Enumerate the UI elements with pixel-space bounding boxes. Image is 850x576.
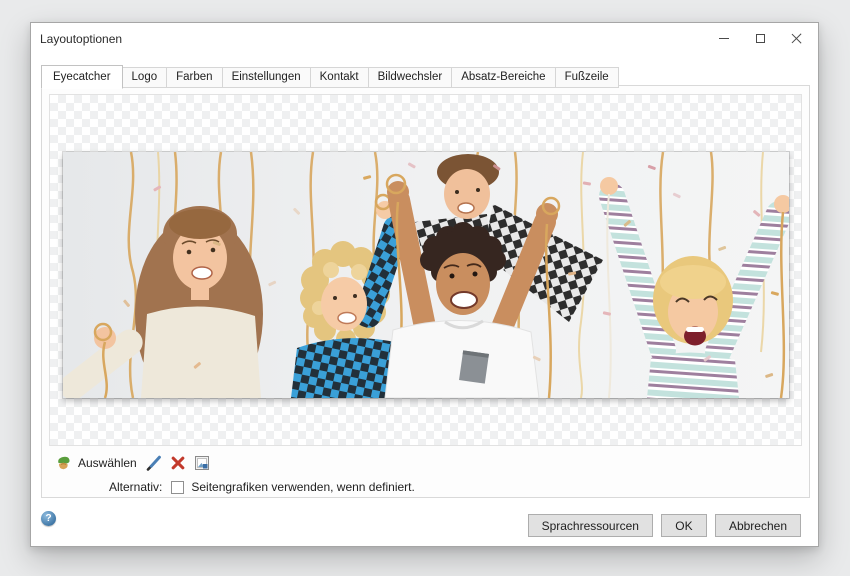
image-size-icon bbox=[194, 455, 210, 471]
paintbrush-icon bbox=[146, 455, 162, 471]
image-preview-area bbox=[49, 94, 802, 446]
tab-eyecatcher[interactable]: Eyecatcher bbox=[41, 65, 123, 89]
page-graphics-checkbox[interactable] bbox=[171, 481, 184, 494]
image-size-button[interactable] bbox=[194, 455, 210, 471]
delete-icon bbox=[171, 456, 185, 470]
eyecatcher-panel: Auswählen bbox=[41, 85, 810, 498]
window-title: Layoutoptionen bbox=[40, 32, 122, 46]
layout-options-dialog: Layoutoptionen Eyecatcher Logo Farben Ei… bbox=[30, 22, 819, 547]
tab-farben[interactable]: Farben bbox=[166, 67, 222, 88]
tab-logo[interactable]: Logo bbox=[122, 67, 168, 88]
alternative-label: Alternativ: bbox=[109, 480, 162, 494]
page-graphics-checkbox-label[interactable]: Seitengrafiken verwenden, wenn definiert… bbox=[191, 480, 414, 494]
help-icon[interactable]: ? bbox=[41, 511, 56, 526]
maximize-icon bbox=[756, 34, 765, 43]
tab-strip: Eyecatcher Logo Farben Einstellungen Kon… bbox=[41, 64, 618, 88]
tab-bildwechsler[interactable]: Bildwechsler bbox=[368, 67, 453, 88]
window-controls bbox=[706, 26, 814, 50]
ok-button[interactable]: OK bbox=[661, 514, 707, 537]
minimize-icon bbox=[719, 38, 729, 39]
cancel-button[interactable]: Abbrechen bbox=[715, 514, 801, 537]
edit-image-button[interactable] bbox=[146, 455, 162, 471]
tab-kontakt[interactable]: Kontakt bbox=[310, 67, 369, 88]
choose-image-button[interactable]: Auswählen bbox=[55, 455, 137, 471]
tab-absatz-bereiche[interactable]: Absatz-Bereiche bbox=[451, 67, 555, 88]
choose-image-icon bbox=[55, 455, 72, 471]
eyecatcher-photo bbox=[63, 152, 789, 398]
dialog-footer: ? Sprachressourcen OK Abbrechen bbox=[31, 502, 818, 546]
close-icon bbox=[790, 32, 802, 44]
language-resources-button[interactable]: Sprachressourcen bbox=[528, 514, 653, 537]
tab-fusszeile[interactable]: Fußzeile bbox=[555, 67, 619, 88]
delete-image-button[interactable] bbox=[171, 456, 185, 470]
titlebar: Layoutoptionen bbox=[31, 23, 818, 53]
image-toolbar: Auswählen bbox=[55, 455, 809, 471]
minimize-button[interactable] bbox=[706, 26, 742, 50]
close-button[interactable] bbox=[778, 26, 814, 50]
tab-einstellungen[interactable]: Einstellungen bbox=[222, 67, 311, 88]
maximize-button[interactable] bbox=[742, 26, 778, 50]
choose-image-label: Auswählen bbox=[78, 456, 137, 470]
footer-buttons: Sprachressourcen OK Abbrechen bbox=[528, 514, 801, 537]
alternative-row: Alternativ: Seitengrafiken verwenden, we… bbox=[109, 480, 809, 494]
